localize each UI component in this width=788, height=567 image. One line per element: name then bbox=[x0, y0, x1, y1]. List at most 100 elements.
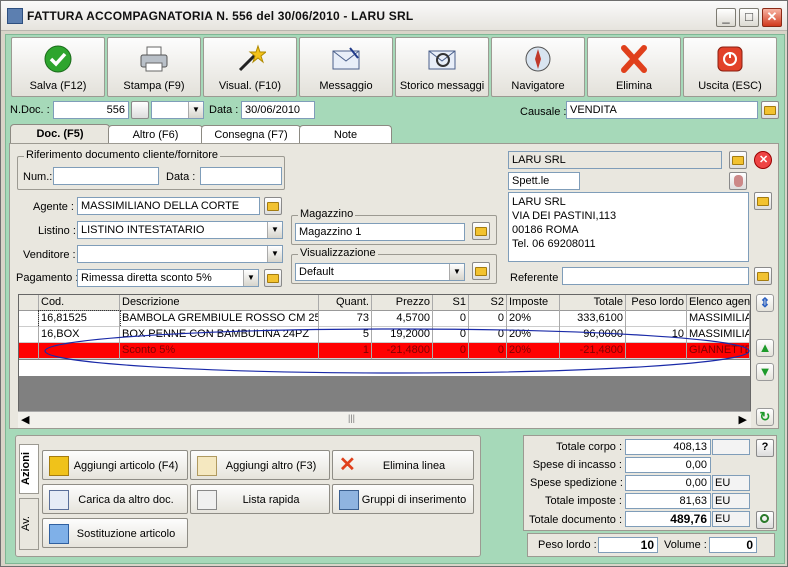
table-cell[interactable]: 333,6100 bbox=[560, 311, 626, 327]
date-input[interactable] bbox=[241, 101, 315, 119]
pagamento-select[interactable]: Rimessa diretta sconto 5% ▼ bbox=[77, 269, 259, 287]
table-cell[interactable]: 20% bbox=[507, 327, 560, 343]
title-bar[interactable]: FATTURA ACCOMPAGNATORIA N. 556 del 30/06… bbox=[1, 1, 787, 31]
causale-input[interactable] bbox=[566, 101, 758, 119]
table-cell[interactable]: 5 bbox=[319, 327, 372, 343]
table-cell[interactable] bbox=[39, 343, 120, 359]
riferimento-date-input[interactable] bbox=[200, 167, 282, 185]
table-row[interactable]: Sconto 5% 1 -21,4800 0 0 20% -21,4800 GIANNETTE bbox=[19, 343, 750, 359]
exit-button[interactable]: Uscita (ESC) bbox=[683, 37, 777, 97]
side-tab-av[interactable]: Av. bbox=[19, 498, 39, 550]
magazzino-input[interactable] bbox=[295, 223, 465, 241]
address-folder-button[interactable] bbox=[754, 192, 772, 210]
table-cell[interactable]: MASSIMILIA bbox=[687, 311, 750, 327]
column-header[interactable]: Prezzo bbox=[372, 295, 433, 311]
column-header[interactable]: Peso lordo bbox=[626, 295, 687, 311]
row-selector[interactable] bbox=[19, 327, 39, 343]
delete-button[interactable]: Elimina bbox=[587, 37, 681, 97]
grid-horizontal-scrollbar[interactable]: ◀ ||| ▶ bbox=[18, 411, 751, 428]
visualize-button[interactable]: Visual. (F10) bbox=[203, 37, 297, 97]
maximize-button[interactable]: □ bbox=[739, 8, 759, 27]
new-row[interactable] bbox=[19, 360, 750, 376]
add-other-button[interactable]: Aggiungi altro (F3) bbox=[190, 450, 330, 480]
pagamento-folder-button[interactable] bbox=[264, 269, 282, 287]
items-grid[interactable]: Cod. Descrizione Quant. Prezzo S1 S2 Imp… bbox=[18, 294, 751, 426]
cliente-clear-button[interactable]: ✕ bbox=[754, 151, 772, 169]
replace-article-button[interactable]: Sostituzione articolo bbox=[42, 518, 188, 548]
referente-folder-button[interactable] bbox=[754, 267, 772, 285]
spett-field[interactable] bbox=[508, 172, 580, 190]
column-header[interactable]: Quant. bbox=[319, 295, 372, 311]
table-cell[interactable]: 0 bbox=[469, 311, 507, 327]
table-cell[interactable]: BAMBOLA GREMBIULE ROSSO CM 25 bbox=[120, 311, 319, 327]
table-row[interactable]: 16,81525 BAMBOLA GREMBIULE ROSSO CM 25 73 4… bbox=[19, 310, 750, 328]
move-row-updown-icon[interactable]: ⇕ bbox=[756, 294, 774, 312]
refresh-icon[interactable]: ↻ bbox=[756, 408, 774, 426]
visualizzazione-select[interactable]: Default ▼ bbox=[295, 263, 465, 281]
causale-folder-button[interactable] bbox=[761, 101, 779, 119]
table-cell[interactable]: 4,5700 bbox=[372, 311, 433, 327]
quick-list-button[interactable]: Lista rapida bbox=[190, 484, 330, 514]
move-up-icon[interactable]: ▲ bbox=[756, 339, 774, 357]
column-header[interactable]: Cod. bbox=[39, 295, 120, 311]
spese-spedizione-value[interactable]: 0,00 bbox=[625, 475, 711, 491]
message-button[interactable]: Messaggio bbox=[299, 37, 393, 97]
table-cell[interactable]: MASSIMILIA bbox=[687, 327, 750, 343]
ndoc-series-select[interactable]: ▼ bbox=[151, 101, 204, 119]
add-article-button[interactable]: Aggiungi articolo (F4) bbox=[42, 450, 188, 480]
table-cell[interactable]: -21,4800 bbox=[372, 343, 433, 359]
tab-doc[interactable]: Doc. (F5) bbox=[10, 124, 110, 145]
table-cell[interactable]: 16,BOX bbox=[39, 327, 120, 343]
table-cell[interactable]: 0 bbox=[469, 343, 507, 359]
move-down-icon[interactable]: ▼ bbox=[756, 363, 774, 381]
table-cell[interactable]: 0 bbox=[469, 327, 507, 343]
column-header[interactable]: Descrizione bbox=[120, 295, 319, 311]
table-cell[interactable]: 0 bbox=[433, 343, 469, 359]
insert-groups-button[interactable]: Gruppi di inserimento bbox=[332, 484, 474, 514]
column-header[interactable]: Imposte bbox=[507, 295, 560, 311]
riferimento-num-input[interactable] bbox=[53, 167, 159, 185]
column-header[interactable]: Totale bbox=[560, 295, 626, 311]
table-cell[interactable]: 20% bbox=[507, 343, 560, 359]
row-selector[interactable] bbox=[19, 311, 39, 327]
load-from-doc-button[interactable]: Carica da altro doc. bbox=[42, 484, 188, 514]
table-cell[interactable]: 16,81525 bbox=[38, 310, 121, 328]
table-cell[interactable]: -21,4800 bbox=[560, 343, 626, 359]
cliente-folder-button[interactable] bbox=[729, 151, 747, 169]
spese-incasso-value[interactable]: 0,00 bbox=[625, 457, 711, 473]
venditore-select[interactable]: ▼ bbox=[77, 245, 283, 263]
cliente-name-field[interactable] bbox=[508, 151, 722, 169]
agente-input[interactable] bbox=[77, 197, 260, 215]
side-tab-azioni[interactable]: Azioni bbox=[19, 444, 39, 494]
table-cell[interactable]: 10 bbox=[626, 327, 687, 343]
tab-consegna[interactable]: Consegna (F7) bbox=[201, 125, 301, 144]
scroll-thumb[interactable]: ||| bbox=[348, 413, 355, 423]
table-cell[interactable]: 20% bbox=[507, 311, 560, 327]
tab-note[interactable]: Note bbox=[299, 125, 392, 144]
column-header[interactable]: S2 bbox=[469, 295, 507, 311]
table-cell[interactable]: 19,2000 bbox=[372, 327, 433, 343]
print-button[interactable]: Stampa (F9) bbox=[107, 37, 201, 97]
table-cell[interactable]: 1 bbox=[319, 343, 372, 359]
agente-folder-button[interactable] bbox=[264, 197, 282, 215]
table-cell[interactable]: Sconto 5% bbox=[120, 343, 319, 359]
navigator-button[interactable]: Navigatore bbox=[491, 37, 585, 97]
help-button[interactable]: ? bbox=[756, 439, 774, 457]
listino-select[interactable]: LISTINO INTESTATARIO ▼ bbox=[77, 221, 283, 239]
minimize-button[interactable]: _ bbox=[716, 8, 736, 27]
table-cell[interactable]: GIANNETTE bbox=[687, 343, 750, 359]
table-cell[interactable]: BOX PENNE CON BAMBULINA 24PZ bbox=[120, 327, 319, 343]
table-cell[interactable] bbox=[626, 343, 687, 359]
column-header[interactable]: S1 bbox=[433, 295, 469, 311]
cliente-lookup-button[interactable] bbox=[729, 172, 747, 190]
row-selector[interactable] bbox=[19, 343, 39, 359]
column-header[interactable]: Elenco agen bbox=[687, 295, 750, 311]
table-cell[interactable] bbox=[626, 311, 687, 327]
delete-line-button[interactable]: ✕ Elimina linea bbox=[332, 450, 474, 480]
zoom-icon[interactable] bbox=[756, 511, 774, 529]
scroll-right-icon[interactable]: ▶ bbox=[739, 413, 747, 426]
cliente-address-box[interactable]: LARU SRL VIA DEI PASTINI,113 00186 ROMA … bbox=[508, 192, 749, 262]
ndoc-series-button[interactable] bbox=[131, 101, 149, 119]
scroll-left-icon[interactable]: ◀ bbox=[21, 413, 29, 426]
ndoc-input[interactable] bbox=[53, 101, 129, 119]
